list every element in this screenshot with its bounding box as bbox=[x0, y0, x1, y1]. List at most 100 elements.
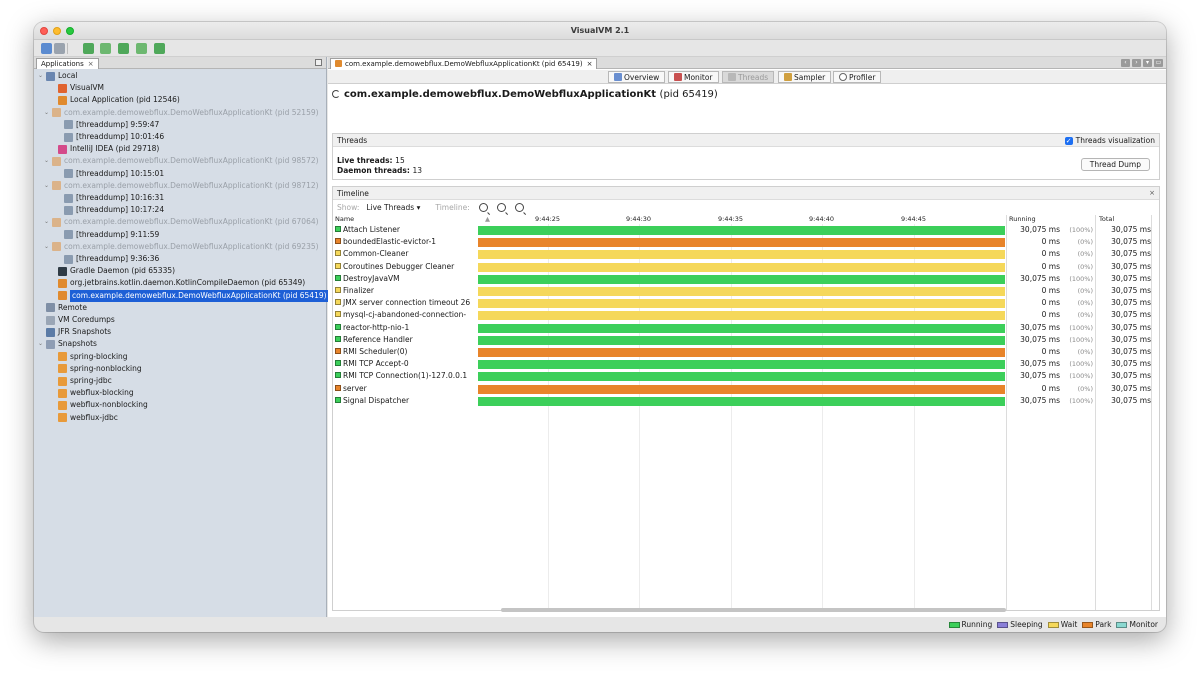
tree-item[interactable]: Local Application (pid 12546) bbox=[50, 94, 180, 106]
heap-dump-icon[interactable] bbox=[100, 43, 111, 54]
thread-name: Signal Dispatcher bbox=[335, 395, 475, 407]
thread-state-icon bbox=[335, 335, 341, 342]
java-icon bbox=[58, 278, 67, 288]
tree-item[interactable]: webflux-blocking bbox=[50, 387, 134, 399]
thread-row[interactable]: reactor-http-nio-1 30,075 ms (100%) 30,075 … bbox=[333, 322, 1159, 334]
thread-row[interactable]: Signal Dispatcher 30,075 ms (100%) 30,075 m… bbox=[333, 395, 1159, 407]
thread-running-percent: (0%) bbox=[1077, 384, 1093, 393]
thread-row[interactable]: RMI TCP Accept-0 30,075 ms (100%) 30,075 ms bbox=[333, 358, 1159, 370]
tree-item[interactable]: [threaddump] 9:59:47 bbox=[56, 119, 159, 131]
chevron-down-icon[interactable]: ⌄ bbox=[38, 70, 46, 82]
tree-item[interactable]: ⌄ com.example.demowebflux.DemoWebfluxAppl… bbox=[44, 180, 319, 192]
tab-overview-label: Overview bbox=[624, 73, 660, 82]
tree-item[interactable]: ⌄ com.example.demowebflux.DemoWebfluxAppl… bbox=[44, 216, 319, 228]
thread-name-label: Signal Dispatcher bbox=[343, 395, 410, 405]
thread-row[interactable]: Reference Handler 30,075 ms (100%) 30,075 m… bbox=[333, 334, 1159, 346]
tree-item[interactable]: ⌄ com.example.demowebflux.DemoWebfluxAppl… bbox=[44, 107, 319, 119]
thread-name-label: boundedElastic-evictor-1 bbox=[343, 237, 437, 247]
legend-swatch bbox=[997, 621, 1009, 628]
add-jmx-connection-icon[interactable] bbox=[83, 43, 94, 54]
sampler-icon bbox=[784, 73, 792, 81]
tree-item[interactable]: com.example.demowebflux.DemoWebfluxAppli… bbox=[50, 289, 329, 302]
tree-item[interactable]: ⌄ Snapshots bbox=[38, 338, 97, 350]
show-dropdown[interactable]: Live Threads ▾ bbox=[366, 203, 420, 212]
tree-item[interactable]: spring-jdbc bbox=[50, 375, 112, 387]
tab-threads[interactable]: Threads bbox=[722, 71, 775, 83]
tree-item[interactable]: VisualVM bbox=[50, 82, 104, 94]
intellij-icon bbox=[58, 144, 67, 154]
thread-dump-icon[interactable] bbox=[118, 43, 129, 54]
thread-row[interactable]: JMX server connection timeout 26 0 ms (0%)… bbox=[333, 297, 1159, 309]
tree-item[interactable]: [threaddump] 10:01:46 bbox=[56, 131, 164, 143]
scroll-tabs-right-icon[interactable]: › bbox=[1132, 59, 1141, 67]
chevron-down-icon[interactable]: ⌄ bbox=[44, 216, 52, 228]
tree-item[interactable]: webflux-nonblocking bbox=[50, 399, 148, 411]
maximize-panel-icon[interactable]: ▭ bbox=[1154, 59, 1163, 67]
tree-item[interactable]: Remote bbox=[38, 302, 87, 314]
thread-row[interactable]: server 0 ms (0%) 30,075 ms bbox=[333, 383, 1159, 395]
timeline-horizontal-scrollbar[interactable] bbox=[501, 608, 1006, 612]
tree-item-label: Gradle Daemon (pid 65335) bbox=[70, 266, 176, 276]
tree-item[interactable]: [threaddump] 10:17:24 bbox=[56, 204, 164, 216]
process-document-tab[interactable]: com.example.demowebflux.DemoWebfluxAppli… bbox=[330, 58, 598, 69]
tree-item[interactable]: [threaddump] 9:36:36 bbox=[56, 253, 159, 265]
tab-profiler[interactable]: Profiler bbox=[833, 71, 882, 83]
zoom-fit-icon[interactable] bbox=[514, 203, 524, 212]
tree-item[interactable]: JFR Snapshots bbox=[38, 326, 111, 338]
save-icon[interactable] bbox=[54, 43, 65, 54]
tree-item[interactable]: webflux-jdbc bbox=[50, 412, 118, 424]
zoom-in-icon[interactable] bbox=[478, 203, 488, 212]
thread-row[interactable]: Coroutines Debugger Cleaner 0 ms (0%) 30,07… bbox=[333, 261, 1159, 273]
java-icon bbox=[52, 242, 61, 252]
tree-item[interactable]: ⌄ com.example.demowebflux.DemoWebfluxAppl… bbox=[44, 155, 319, 167]
tree-item[interactable]: Gradle Daemon (pid 65335) bbox=[50, 265, 175, 277]
threaddump-icon bbox=[64, 132, 73, 142]
zoom-out-icon[interactable] bbox=[496, 203, 506, 212]
thread-total-time: 30,075 ms bbox=[1111, 310, 1151, 320]
snapshot-icon[interactable] bbox=[136, 43, 147, 54]
open-file-icon[interactable] bbox=[41, 43, 52, 54]
tree-item-label: VisualVM bbox=[70, 83, 104, 93]
close-tab-icon[interactable]: × bbox=[88, 60, 94, 68]
thread-row[interactable]: RMI TCP Connection(1)-127.0.0.1 30,075 ms… bbox=[333, 370, 1159, 382]
chevron-down-icon[interactable]: ⌄ bbox=[38, 338, 46, 350]
close-timeline-icon[interactable]: × bbox=[1149, 187, 1155, 200]
tab-monitor[interactable]: Monitor bbox=[668, 71, 719, 83]
chevron-down-icon[interactable]: ⌄ bbox=[44, 180, 52, 192]
java-icon bbox=[58, 95, 67, 105]
thread-row[interactable]: DestroyJavaVM 30,075 ms (100%) 30,075 ms bbox=[333, 273, 1159, 285]
thread-row[interactable]: Attach Listener 30,075 ms (100%) 30,075 ms bbox=[333, 224, 1159, 236]
chevron-down-icon[interactable]: ⌄ bbox=[44, 107, 52, 119]
compare-snapshots-icon[interactable] bbox=[154, 43, 165, 54]
thread-row[interactable]: boundedElastic-evictor-1 0 ms (0%) 30,075 m… bbox=[333, 236, 1159, 248]
tree-item[interactable]: [threaddump] 10:15:01 bbox=[56, 168, 164, 180]
scroll-tabs-left-icon[interactable]: ‹ bbox=[1121, 59, 1130, 67]
tree-item[interactable]: org.jetbrains.kotlin.daemon.KotlinCompil… bbox=[50, 277, 305, 289]
tab-sampler[interactable]: Sampler bbox=[778, 71, 832, 83]
sort-ascending-icon[interactable]: ▲ bbox=[485, 215, 490, 224]
overview-icon bbox=[614, 73, 622, 81]
minimize-panel-icon[interactable] bbox=[315, 59, 322, 66]
tree-item[interactable]: [threaddump] 10:16:31 bbox=[56, 192, 164, 204]
threads-visualization-checkbox[interactable]: ✓ Threads visualization bbox=[1064, 134, 1155, 147]
thread-row[interactable]: mysql-cj-abandoned-connection- 0 ms (0%) 30… bbox=[333, 309, 1159, 321]
thread-row[interactable]: RMI Scheduler(0) 0 ms (0%) 30,075 ms bbox=[333, 346, 1159, 358]
tree-item[interactable]: ⌄ com.example.demowebflux.DemoWebfluxAppl… bbox=[44, 241, 319, 253]
chevron-down-icon[interactable]: ⌄ bbox=[44, 241, 52, 253]
thread-row[interactable]: Common-Cleaner 0 ms (0%) 30,075 ms bbox=[333, 248, 1159, 260]
chevron-down-icon[interactable]: ⌄ bbox=[44, 155, 52, 167]
tab-list-icon[interactable]: ▾ bbox=[1143, 59, 1152, 67]
tree-item[interactable]: spring-nonblocking bbox=[50, 363, 142, 375]
tree-item[interactable]: spring-blocking bbox=[50, 351, 128, 363]
close-tab-icon[interactable]: × bbox=[587, 60, 593, 68]
thread-timeline-bar bbox=[478, 274, 1005, 284]
tree-item-label: [threaddump] 9:36:36 bbox=[76, 254, 160, 263]
thread-dump-button[interactable]: Thread Dump bbox=[1080, 158, 1150, 171]
tree-item[interactable]: VM Coredumps bbox=[38, 314, 115, 326]
tree-item[interactable]: ⌄ Local bbox=[38, 70, 77, 82]
tab-overview[interactable]: Overview bbox=[608, 71, 666, 83]
tree-item[interactable]: [threaddump] 9:11:59 bbox=[56, 229, 159, 241]
applications-tab[interactable]: Applications × bbox=[36, 58, 99, 69]
thread-row[interactable]: Finalizer 0 ms (0%) 30,075 ms bbox=[333, 285, 1159, 297]
tree-item[interactable]: IntelliJ IDEA (pid 29718) bbox=[50, 143, 159, 155]
